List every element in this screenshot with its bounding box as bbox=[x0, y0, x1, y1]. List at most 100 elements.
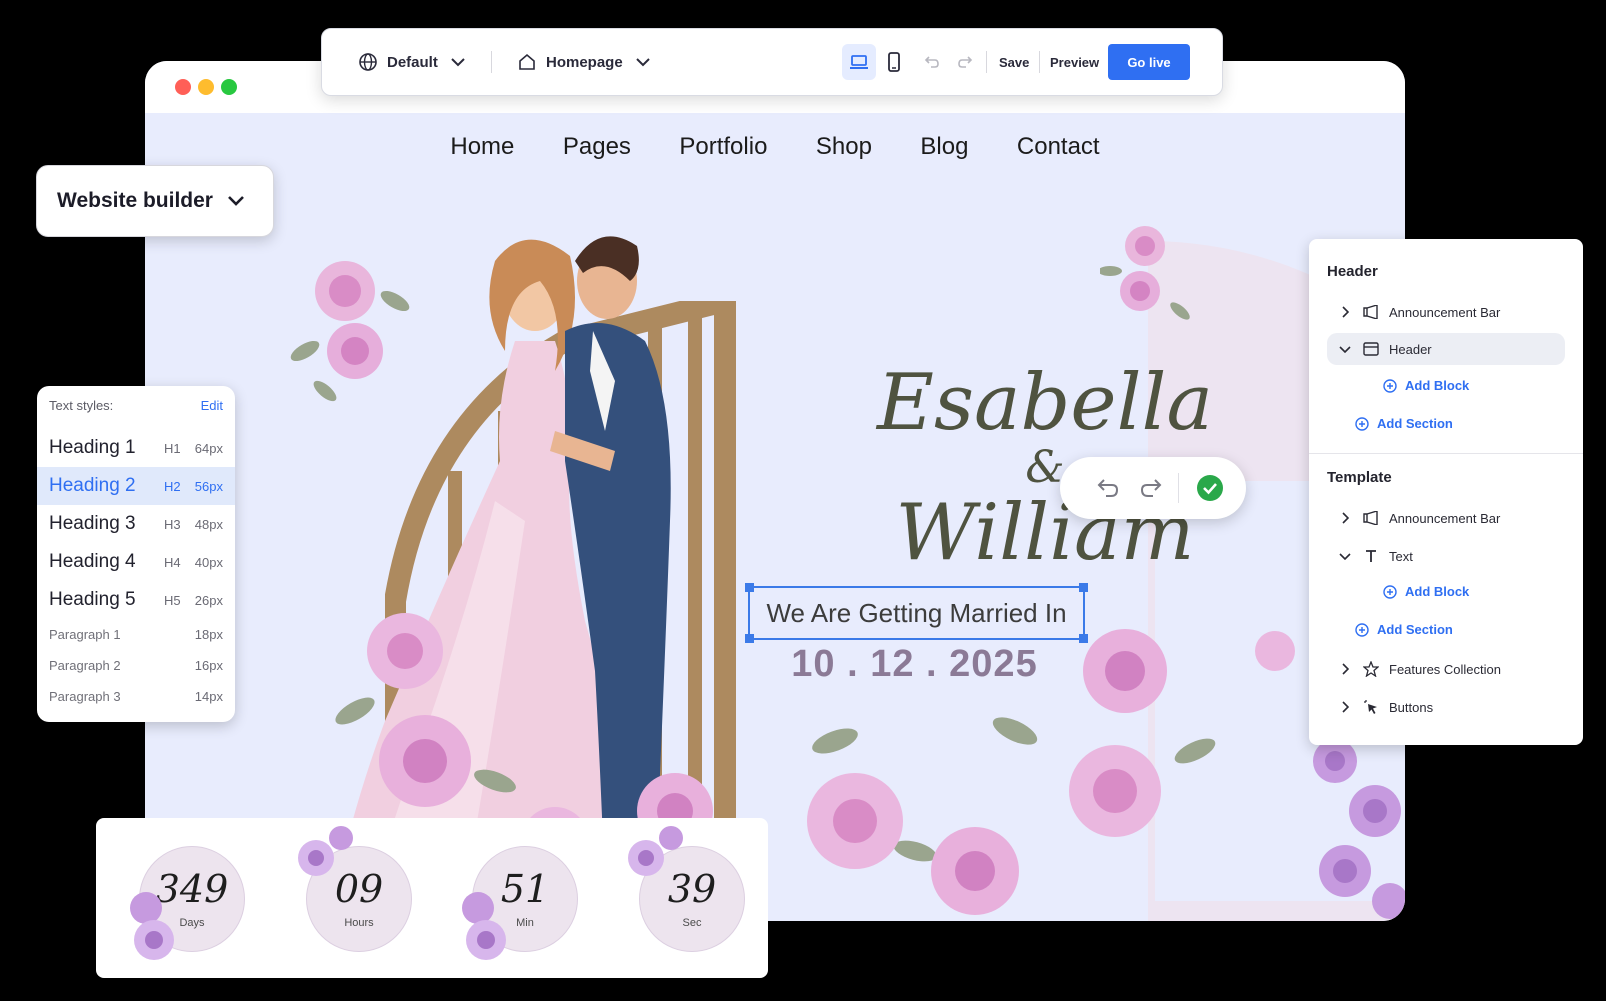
toolbar-divider bbox=[986, 51, 987, 73]
text-style-heading-4[interactable]: Heading 4 H4 40px bbox=[37, 543, 235, 581]
rose-decoration bbox=[298, 826, 353, 876]
style-tag: H5 bbox=[164, 593, 181, 608]
text-styles-title: Text styles: bbox=[49, 398, 114, 413]
layer-template-announcement-bar[interactable]: Announcement Bar bbox=[1327, 502, 1565, 534]
nav-portfolio[interactable]: Portfolio bbox=[679, 133, 767, 161]
site-nav: Home Pages Portfolio Shop Blog Contact bbox=[145, 133, 1405, 161]
redo-button[interactable] bbox=[948, 44, 982, 80]
add-block-button[interactable]: Add Block bbox=[1383, 584, 1469, 599]
maximize-window-dot[interactable] bbox=[221, 79, 237, 95]
style-name: Heading 5 bbox=[49, 589, 136, 610]
page-label: Homepage bbox=[546, 53, 623, 71]
style-tag: H4 bbox=[164, 555, 181, 570]
toolbar-divider bbox=[1039, 51, 1040, 73]
style-tag: H1 bbox=[164, 441, 181, 456]
rose-decoration-top-left bbox=[290, 261, 410, 402]
style-size: 64px bbox=[194, 441, 223, 456]
text-styles-edit-link[interactable]: Edit bbox=[201, 398, 223, 413]
website-builder-dropdown[interactable]: Website builder bbox=[36, 165, 274, 237]
home-icon bbox=[519, 53, 535, 70]
phone-icon bbox=[888, 52, 900, 72]
redo-icon[interactable] bbox=[1139, 477, 1163, 499]
nav-contact[interactable]: Contact bbox=[1017, 133, 1100, 161]
layer-announcement-bar[interactable]: Announcement Bar bbox=[1327, 296, 1565, 328]
countdown-timer-card: 349 Days 09 Hours 51 Min 39 Sec bbox=[96, 818, 768, 978]
style-size: 14px bbox=[194, 689, 223, 704]
chevron-down-icon bbox=[635, 58, 650, 67]
layers-header-section-title: Header bbox=[1327, 263, 1378, 280]
layer-buttons[interactable]: Buttons bbox=[1327, 691, 1565, 723]
save-button[interactable]: Save bbox=[999, 29, 1029, 95]
plus-circle-icon bbox=[1383, 378, 1397, 393]
layer-label: Text bbox=[1389, 548, 1413, 564]
bride-name: Esabella bbox=[877, 358, 1213, 448]
style-tag: H2 bbox=[164, 479, 181, 494]
text-style-paragraph-3[interactable]: Paragraph 3 14px bbox=[37, 677, 235, 715]
close-window-dot[interactable] bbox=[175, 79, 191, 95]
text-style-heading-3[interactable]: Heading 3 H3 48px bbox=[37, 505, 235, 543]
layer-label: Header bbox=[1389, 341, 1432, 357]
star-icon bbox=[1363, 661, 1379, 677]
chevron-right-icon[interactable] bbox=[1341, 512, 1349, 524]
rose-decoration bbox=[462, 892, 506, 960]
style-size: 16px bbox=[194, 658, 223, 673]
chevron-down-icon[interactable] bbox=[1339, 345, 1351, 353]
laptop-icon bbox=[850, 55, 868, 69]
chevron-down-icon bbox=[451, 58, 465, 67]
layer-label: Features Collection bbox=[1389, 661, 1501, 677]
preview-button[interactable]: Preview bbox=[1050, 29, 1099, 95]
style-size: 56px bbox=[194, 479, 223, 494]
redo-icon bbox=[958, 56, 973, 68]
nav-pages[interactable]: Pages bbox=[563, 133, 631, 161]
undo-button[interactable] bbox=[915, 44, 949, 80]
inline-edit-controls bbox=[1060, 457, 1246, 519]
chevron-right-icon[interactable] bbox=[1341, 701, 1349, 713]
text-style-heading-1[interactable]: Heading 1 H1 64px bbox=[37, 429, 235, 467]
locale-label: Default bbox=[387, 53, 438, 71]
countdown-unit: Sec bbox=[682, 917, 702, 929]
nav-blog[interactable]: Blog bbox=[920, 133, 968, 161]
layers-panel: Header Announcement Bar Header Add Block… bbox=[1309, 239, 1583, 745]
style-name: Paragraph 2 bbox=[49, 658, 121, 673]
layer-features-collection[interactable]: Features Collection bbox=[1327, 653, 1565, 685]
minimize-window-dot[interactable] bbox=[198, 79, 214, 95]
style-size: 18px bbox=[194, 627, 223, 642]
style-name: Heading 2 bbox=[49, 475, 136, 496]
text-type-icon bbox=[1366, 550, 1376, 562]
add-section-button[interactable]: Add Section bbox=[1355, 622, 1453, 637]
rose-decoration bbox=[130, 892, 174, 960]
layer-label: Announcement Bar bbox=[1389, 510, 1501, 526]
style-size: 48px bbox=[194, 517, 223, 532]
text-style-heading-2[interactable]: Heading 2 H2 56px bbox=[37, 467, 235, 505]
nav-shop[interactable]: Shop bbox=[816, 133, 872, 161]
undo-icon[interactable] bbox=[1096, 477, 1120, 499]
globe-icon bbox=[359, 53, 377, 71]
megaphone-icon bbox=[1363, 511, 1378, 525]
plus-circle-icon bbox=[1355, 416, 1369, 431]
layer-label: Buttons bbox=[1389, 699, 1434, 715]
go-live-button[interactable]: Go live bbox=[1108, 44, 1190, 80]
add-section-label: Add Section bbox=[1377, 416, 1453, 431]
chevron-right-icon[interactable] bbox=[1341, 663, 1349, 675]
add-section-label: Add Section bbox=[1377, 622, 1453, 637]
layer-header[interactable]: Header bbox=[1327, 333, 1565, 365]
countdown-unit: Hours bbox=[344, 917, 374, 929]
style-name: Paragraph 1 bbox=[49, 627, 121, 642]
page-selector[interactable]: Homepage bbox=[517, 29, 651, 95]
style-size: 26px bbox=[194, 593, 223, 608]
rose-decoration-bottom-right bbox=[1313, 739, 1405, 919]
text-style-heading-5[interactable]: Heading 5 H5 26px bbox=[37, 581, 235, 619]
add-section-button[interactable]: Add Section bbox=[1355, 416, 1453, 431]
undo-icon bbox=[924, 56, 939, 68]
locale-selector[interactable]: Default bbox=[358, 29, 466, 95]
nav-home[interactable]: Home bbox=[450, 133, 514, 161]
chevron-down-icon[interactable] bbox=[1339, 552, 1351, 560]
add-block-label: Add Block bbox=[1405, 378, 1470, 393]
chevron-right-icon[interactable] bbox=[1341, 306, 1349, 318]
add-block-button[interactable]: Add Block bbox=[1383, 378, 1469, 393]
desktop-view-button[interactable] bbox=[842, 44, 876, 80]
confirm-check-icon[interactable] bbox=[1196, 474, 1224, 502]
mobile-view-button[interactable] bbox=[877, 44, 911, 80]
plus-circle-icon bbox=[1383, 584, 1397, 599]
layer-template-text[interactable]: Text bbox=[1327, 540, 1565, 572]
